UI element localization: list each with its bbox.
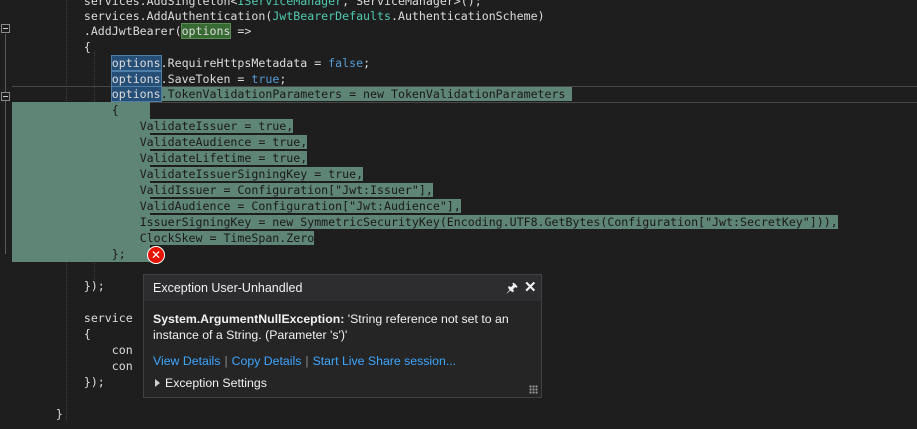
exception-links: View Details | Copy Details | Start Live Sha… — [153, 354, 456, 368]
copy-details-link[interactable]: Copy Details — [232, 354, 302, 368]
exception-settings-label: Exception Settings — [165, 376, 267, 390]
exception-message-text: 'String reference not set to an — [344, 312, 509, 326]
code-line[interactable]: ValidateAudience = true, — [28, 134, 308, 150]
code-line[interactable]: options.RequireHttpsMetadata = false; — [28, 55, 370, 71]
code-line[interactable]: } — [28, 406, 63, 422]
pin-icon[interactable]: 🖈 — [506, 279, 518, 301]
code-line[interactable]: ValidAudience = Configuration["Jwt:Audie… — [28, 198, 461, 214]
code-line[interactable]: { — [28, 326, 91, 342]
fold-toggle-icon[interactable] — [1, 92, 10, 101]
code-line[interactable]: ClockSkew = TimeSpan.Zero — [28, 230, 315, 246]
code-line[interactable]: con — [28, 342, 133, 358]
code-line[interactable]: IssuerSigningKey = new SymmetricSecurity… — [28, 214, 838, 230]
exception-popup-title: Exception User-Unhandled — [153, 281, 303, 295]
fold-range-line — [5, 102, 6, 254]
options-reference: options — [110, 55, 162, 71]
exception-popup: Exception User-Unhandled 🖈 ✕ System.Argu… — [143, 274, 542, 398]
options-reference: options — [110, 86, 162, 102]
exception-message: System.ArgumentNullException: 'String re… — [153, 312, 509, 326]
code-line[interactable]: options.SaveToken = true; — [28, 71, 286, 87]
exception-message-continued: instance of a String. (Parameter 's')' — [153, 328, 348, 342]
options-reference: options — [180, 23, 232, 39]
code-line[interactable]: }); — [28, 374, 105, 390]
resize-grip-icon[interactable] — [529, 385, 538, 394]
code-line[interactable]: con — [28, 358, 133, 374]
expand-triangle-icon — [155, 379, 160, 387]
code-line[interactable]: ValidateIssuerSigningKey = true, — [28, 166, 364, 182]
code-line[interactable]: ValidateLifetime = true, — [28, 150, 308, 166]
options-reference: options — [110, 71, 162, 87]
code-line[interactable]: }; — [28, 246, 126, 262]
exception-settings-expander[interactable]: Exception Settings — [155, 376, 267, 390]
view-details-link[interactable]: View Details — [153, 354, 220, 368]
exception-type: System.ArgumentNullException: — [153, 312, 345, 326]
code-line[interactable]: services.AddAuthentication(JwtBearerDefa… — [28, 8, 545, 24]
code-line[interactable]: ValidateIssuer = true, — [28, 118, 294, 134]
exception-popup-header: Exception User-Unhandled 🖈 ✕ — [144, 275, 541, 301]
close-icon[interactable]: ✕ — [524, 278, 537, 296]
code-line[interactable]: ValidIssuer = Configuration["Jwt:Issuer"… — [28, 182, 433, 198]
code-line[interactable]: { — [28, 102, 119, 118]
link-separator: | — [305, 354, 309, 368]
live-share-link[interactable]: Start Live Share session... — [313, 354, 457, 368]
code-line[interactable]: .AddJwtBearer(options => — [28, 23, 251, 39]
code-line[interactable]: service — [28, 310, 133, 326]
fold-toggle-icon[interactable] — [1, 24, 10, 33]
editor-gutter — [0, 0, 12, 429]
code-line[interactable]: options.TokenValidationParameters = new … — [28, 86, 573, 102]
code-line[interactable]: }); — [28, 278, 105, 294]
code-line[interactable]: { — [28, 39, 91, 55]
error-icon[interactable]: ✕ — [147, 246, 165, 264]
link-separator: | — [224, 354, 228, 368]
